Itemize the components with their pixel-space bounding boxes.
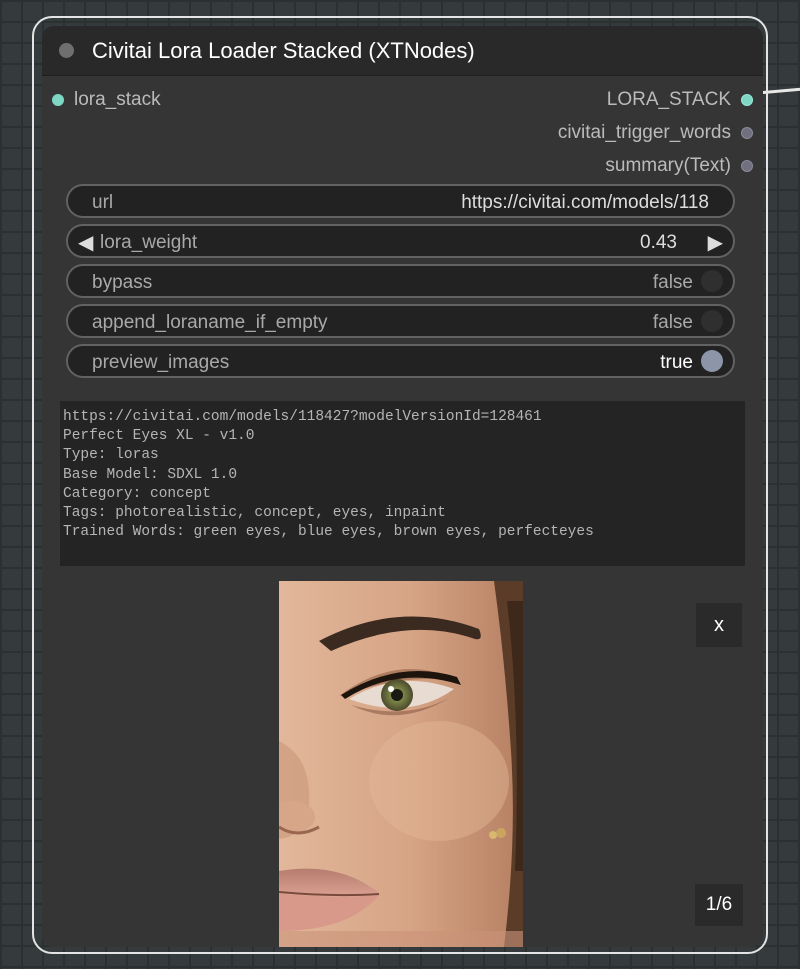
- output-dot-icon[interactable]: [741, 160, 753, 172]
- summary-textarea[interactable]: https://civitai.com/models/118427?modelV…: [60, 401, 745, 566]
- input-slot-label: lora_stack: [74, 89, 161, 110]
- toggle-knob-icon[interactable]: [701, 310, 723, 332]
- output-slot-lora-stack[interactable]: LORA_STACK: [607, 88, 753, 112]
- widget-value: false: [652, 272, 693, 293]
- preview-image: [279, 581, 523, 947]
- node-title: Civitai Lora Loader Stacked (XTNodes): [92, 38, 475, 63]
- lora-weight-number-widget[interactable]: ◀ lora_weight 0.43 ▶: [66, 224, 735, 258]
- widget-label: append_loraname_if_empty: [92, 312, 328, 333]
- widget-value: false: [652, 312, 693, 333]
- widget-label: bypass: [92, 272, 153, 293]
- append-loraname-toggle-widget[interactable]: append_loraname_if_empty false: [66, 304, 735, 338]
- input-dot-icon[interactable]: [52, 94, 64, 106]
- image-counter: 1/6: [695, 884, 743, 926]
- collapse-dot-icon[interactable]: [59, 43, 74, 58]
- decrement-arrow-icon[interactable]: ◀: [78, 230, 93, 255]
- widget-label: url: [92, 192, 114, 213]
- output-dot-icon[interactable]: [741, 94, 753, 106]
- output-slot-label: summary(Text): [605, 155, 731, 176]
- civitai-lora-loader-node[interactable]: Civitai Lora Loader Stacked (XTNodes) lo…: [42, 26, 763, 947]
- close-preview-button[interactable]: x: [696, 603, 742, 647]
- output-dot-icon[interactable]: [741, 127, 753, 139]
- toggle-knob-icon[interactable]: [701, 270, 723, 292]
- widget-value: true: [660, 352, 693, 373]
- increment-arrow-icon[interactable]: ▶: [708, 230, 723, 255]
- preview-images-toggle-widget[interactable]: preview_images true: [66, 344, 735, 378]
- output-slot-label: LORA_STACK: [606, 89, 731, 110]
- widget-value: https://civitai.com/models/118: [461, 192, 709, 213]
- output-slot-label: civitai_trigger_words: [557, 122, 731, 143]
- widget-label: lora_weight: [100, 232, 198, 253]
- bypass-toggle-widget[interactable]: bypass false: [66, 264, 735, 298]
- output-slot-summary[interactable]: summary(Text): [605, 154, 753, 178]
- widget-value: 0.43: [640, 232, 677, 253]
- node-titlebar[interactable]: Civitai Lora Loader Stacked (XTNodes): [42, 26, 763, 76]
- toggle-knob-icon[interactable]: [701, 350, 723, 372]
- widget-label: preview_images: [92, 352, 230, 373]
- output-slot-trigger-words[interactable]: civitai_trigger_words: [558, 121, 753, 145]
- input-slot-lora-stack[interactable]: lora_stack: [52, 88, 161, 112]
- url-text-widget[interactable]: url https://civitai.com/models/118: [66, 184, 735, 218]
